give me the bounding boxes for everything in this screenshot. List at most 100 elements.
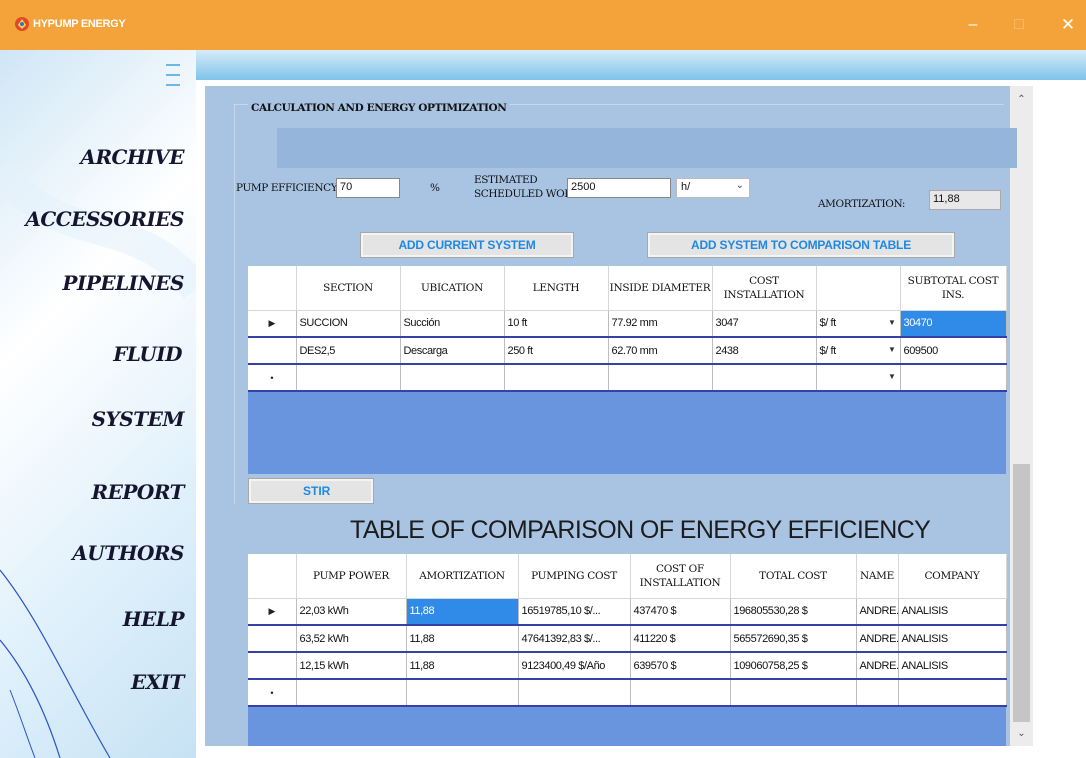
info-strip: [277, 128, 1017, 168]
cell-amortization[interactable]: [406, 679, 519, 707]
cell-pump-power[interactable]: 22,03 kWh: [296, 598, 407, 626]
cell-pumping-cost[interactable]: [518, 679, 631, 707]
cell-section[interactable]: [296, 364, 401, 392]
cell-name[interactable]: [856, 679, 899, 707]
cell-total-cost[interactable]: 565572690,35 $: [730, 625, 857, 653]
col-unit[interactable]: [816, 266, 901, 311]
cell-section[interactable]: DES2,5: [296, 337, 401, 365]
cell-installation-cost[interactable]: 639570 $: [630, 652, 731, 680]
stir-button[interactable]: STIR: [249, 479, 373, 503]
cell-ubication[interactable]: [400, 364, 505, 392]
cell-total-cost[interactable]: 196805530,28 $: [730, 598, 857, 626]
cell-diameter[interactable]: 62.70 mm: [608, 337, 713, 365]
menu-fluid[interactable]: FLUID: [113, 342, 182, 366]
col-length[interactable]: LENGTH: [504, 266, 609, 311]
table-row[interactable]: DES2,5 Descarga 250 ft 62.70 mm 2438 $/ …: [248, 337, 1007, 365]
cell-installation-cost[interactable]: 437470 $: [630, 598, 731, 626]
cell-section[interactable]: SUCCION: [296, 310, 401, 338]
cell-length[interactable]: [504, 364, 609, 392]
hamburger-menu-icon[interactable]: [166, 64, 180, 88]
col-amortization[interactable]: AMORTIZATION: [406, 554, 519, 599]
cell-name[interactable]: ANDRE...: [856, 598, 899, 626]
menu-pipelines[interactable]: PIPELINES: [62, 271, 184, 295]
cell-amortization[interactable]: 11,88: [406, 598, 519, 626]
cell-cost[interactable]: 3047: [712, 310, 817, 338]
col-pumping-cost[interactable]: PUMPING COST: [518, 554, 631, 599]
cell-ubication[interactable]: Descarga: [400, 337, 505, 365]
table-row-new[interactable]: • ▼: [248, 364, 1007, 392]
cell-installation-cost[interactable]: [630, 679, 731, 707]
col-subtotal[interactable]: SUBTOTAL COST INS.: [900, 266, 1007, 311]
table-row[interactable]: ▶ 22,03 kWh 11,88 16519785,10 $/... 4374…: [248, 598, 1007, 626]
cell-company[interactable]: ANALISIS: [898, 598, 1007, 626]
cell-company[interactable]: [898, 679, 1007, 707]
col-inside-diameter[interactable]: INSIDE DIAMETER: [608, 266, 713, 311]
menu-exit[interactable]: EXIT: [131, 670, 185, 694]
chevron-down-icon: ⌄: [735, 180, 744, 191]
cell-subtotal[interactable]: [900, 364, 1007, 392]
menu-authors[interactable]: AUTHORS: [72, 541, 184, 565]
scheduled-work-label-line1: ESTIMATED: [474, 174, 538, 186]
col-pump-power[interactable]: PUMP POWER: [296, 554, 407, 599]
table-row-new[interactable]: •: [248, 679, 1007, 707]
menu-archive[interactable]: ARCHIVE: [80, 145, 184, 169]
scrollbar-thumb[interactable]: [1013, 464, 1030, 722]
cell-unit-combo[interactable]: $/ ft ▼: [816, 310, 901, 338]
table-row[interactable]: ▶ SUCCION Succión 10 ft 77.92 mm 3047 $/…: [248, 310, 1007, 338]
cell-total-cost[interactable]: 109060758,25 $: [730, 652, 857, 680]
table-row[interactable]: 63,52 kWh 11,88 47641392,83 $/... 411220…: [248, 625, 1007, 653]
cell-total-cost[interactable]: [730, 679, 857, 707]
dropdown-arrow-icon[interactable]: ▼: [888, 372, 896, 381]
minimize-button[interactable]: –: [959, 12, 987, 38]
cell-length[interactable]: 250 ft: [504, 337, 609, 365]
col-cost-of-installation[interactable]: COST OF INSTALLATION: [630, 554, 731, 599]
col-cost-installation[interactable]: COST INSTALLATION: [712, 266, 817, 311]
menu-report[interactable]: REPORT: [92, 480, 185, 504]
scheduled-work-unit-select[interactable]: h/ ⌄: [676, 178, 750, 198]
cell-name[interactable]: ANDRE...: [856, 652, 899, 680]
cell-name[interactable]: ANDRE...: [856, 625, 899, 653]
cell-diameter[interactable]: [608, 364, 713, 392]
menu-system[interactable]: SYSTEM: [92, 407, 185, 431]
cell-unit-combo[interactable]: ▼: [816, 364, 901, 392]
cell-pumping-cost[interactable]: 9123400,49 $/Año: [518, 652, 631, 680]
scroll-up-arrow-icon[interactable]: ⌃: [1010, 94, 1033, 105]
cell-cost[interactable]: [712, 364, 817, 392]
cell-unit-combo[interactable]: $/ ft ▼: [816, 337, 901, 365]
vertical-scrollbar[interactable]: ⌃ ⌄: [1010, 86, 1033, 746]
dropdown-arrow-icon[interactable]: ▼: [888, 345, 896, 354]
cell-pumping-cost[interactable]: 16519785,10 $/...: [518, 598, 631, 626]
cell-company[interactable]: ANALISIS: [898, 625, 1007, 653]
cell-amortization[interactable]: 11,88: [406, 625, 519, 653]
pump-efficiency-input[interactable]: 70: [336, 178, 400, 198]
add-to-comparison-button[interactable]: ADD SYSTEM TO COMPARISON TABLE: [648, 233, 954, 257]
cell-company[interactable]: ANALISIS: [898, 652, 1007, 680]
cell-ubication[interactable]: Succión: [400, 310, 505, 338]
col-total-cost[interactable]: TOTAL COST: [730, 554, 857, 599]
add-current-system-button[interactable]: ADD CURRENT SYSTEM: [361, 233, 573, 257]
cell-diameter[interactable]: 77.92 mm: [608, 310, 713, 338]
cell-pump-power[interactable]: 63,52 kWh: [296, 625, 407, 653]
menu-help[interactable]: HELP: [123, 607, 185, 631]
menu-accessories[interactable]: ACCESSORIES: [25, 207, 184, 231]
cell-pump-power[interactable]: 12,15 kWh: [296, 652, 407, 680]
col-name[interactable]: NAME: [856, 554, 899, 599]
cell-installation-cost[interactable]: 411220 $: [630, 625, 731, 653]
cell-subtotal[interactable]: 30470: [900, 310, 1007, 338]
cell-subtotal[interactable]: 609500: [900, 337, 1007, 365]
cell-pump-power[interactable]: [296, 679, 407, 707]
cell-length[interactable]: 10 ft: [504, 310, 609, 338]
col-company[interactable]: COMPANY: [898, 554, 1007, 599]
maximize-button[interactable]: □: [1005, 12, 1033, 38]
table-row[interactable]: 12,15 kWh 11,88 9123400,49 $/Año 639570 …: [248, 652, 1007, 680]
cell-cost[interactable]: 2438: [712, 337, 817, 365]
comparison-corner-header: [248, 554, 297, 599]
col-ubication[interactable]: UBICATION: [400, 266, 505, 311]
dropdown-arrow-icon[interactable]: ▼: [888, 318, 896, 327]
scheduled-work-input[interactable]: 2500: [567, 178, 671, 198]
close-button[interactable]: ✕: [1054, 12, 1082, 38]
cell-amortization[interactable]: 11,88: [406, 652, 519, 680]
cell-pumping-cost[interactable]: 47641392,83 $/...: [518, 625, 631, 653]
col-section[interactable]: SECTION: [296, 266, 401, 311]
scroll-down-arrow-icon[interactable]: ⌄: [1010, 728, 1033, 739]
